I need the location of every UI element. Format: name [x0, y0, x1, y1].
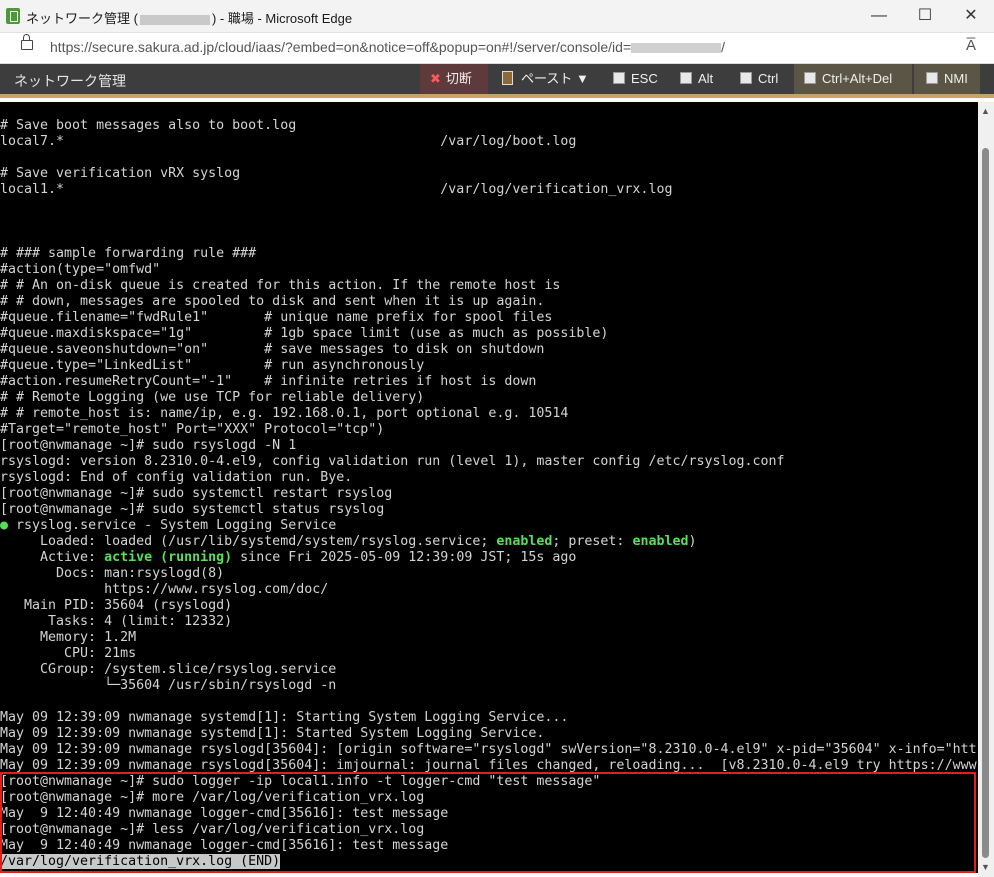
scroll-down-arrow-icon[interactable]: ▼	[981, 862, 990, 872]
terminal-line: https://www.rsyslog.com/doc/	[0, 582, 329, 597]
read-aloud-icon[interactable]: A̅	[966, 37, 976, 54]
terminal-line: # Save boot messages also to boot.log	[0, 118, 297, 133]
enabled-state: enabled	[496, 534, 553, 549]
esc-label: ESC	[631, 71, 658, 86]
close-button[interactable]: ✕	[948, 0, 994, 32]
window-title-suffix: ) - 職場 - Microsoft Edge	[211, 11, 353, 26]
paste-dropdown[interactable]: ペースト ▼	[496, 64, 600, 94]
app-icon	[6, 8, 20, 24]
terminal-line: Main PID: 35604 (rsyslogd)	[0, 598, 233, 613]
active-state: active (running)	[104, 550, 233, 565]
url-prefix: https://secure.sakura.ad.jp/cloud/iaas/?…	[50, 39, 632, 55]
terminal-line: #queue.maxdiskspace="1g" # 1gb space lim…	[0, 326, 609, 341]
esc-key-button[interactable]: ESC	[613, 64, 658, 94]
clipboard-icon	[502, 71, 513, 85]
terminal-line: #Target="remote_host" Port="XXX" Protoco…	[0, 422, 385, 437]
terminal-line: May 09 12:39:09 nwmanage systemd[1]: Sta…	[0, 710, 569, 725]
terminal-line: #action(type="omfwd"	[0, 262, 161, 277]
disconnect-button[interactable]: ✖ 切断	[420, 64, 488, 94]
terminal-line: #queue.type="LinkedList" # run asynchron…	[0, 358, 425, 373]
nmi-label: NMI	[944, 71, 968, 86]
terminal-output: # Save boot messages also to boot.log loc…	[0, 102, 978, 518]
terminal-line: Docs: man:rsyslogd(8)	[0, 566, 225, 581]
terminal-line: #queue.filename="fwdRule1" # unique name…	[0, 310, 553, 325]
ctrl-key-button[interactable]: Ctrl	[740, 64, 778, 94]
terminal-line: Memory: 1.2M	[0, 630, 137, 645]
terminal-line: # # Remote Logging (we use TCP for relia…	[0, 390, 425, 405]
nmi-button[interactable]: NMI	[914, 64, 980, 94]
service-name-line: rsyslog.service - System Logging Service	[8, 518, 337, 533]
toolbar-divider	[0, 94, 994, 98]
window-title-prefix: ネットワーク管理 (	[26, 11, 138, 26]
alt-key-button[interactable]: Alt	[680, 64, 713, 94]
terminal-line: [root@nwmanage ~]# sudo systemctl restar…	[0, 486, 393, 501]
terminal-line: local7.* /var/log/boot.log	[0, 134, 577, 149]
title-bar: ネットワーク管理 ( ) - 職場 - Microsoft Edge — ☐ ✕	[0, 0, 994, 33]
service-status-line: ● rsyslog.service - System Logging Servi…	[0, 518, 978, 534]
alt-label: Alt	[698, 71, 714, 86]
terminal-line: rsyslogd: End of config validation run. …	[0, 470, 353, 485]
terminal-line: # # An on-disk queue is created for this…	[0, 278, 561, 293]
terminal-line: # # down, messages are spooled to disk a…	[0, 294, 545, 309]
active-suffix: since Fri 2025-05-09 12:39:09 JST; 15s a…	[232, 550, 577, 565]
terminal-line: CPU: 21ms	[0, 646, 137, 661]
terminal-line: May 09 12:39:09 nwmanage systemd[1]: Sta…	[0, 726, 545, 741]
status-dot-icon: ●	[0, 518, 9, 533]
console-terminal[interactable]: # Save boot messages also to boot.log loc…	[0, 102, 978, 873]
loaded-suffix: )	[688, 534, 697, 549]
active-prefix: Active:	[0, 550, 105, 565]
checkbox-icon	[680, 72, 692, 84]
minimize-button[interactable]: —	[856, 0, 902, 32]
disconnect-label: 切断	[445, 71, 472, 86]
paste-label: ペースト ▼	[521, 71, 589, 86]
checkbox-icon	[740, 72, 752, 84]
maximize-button[interactable]: ☐	[902, 0, 948, 32]
terminal-line: # # remote_host is: name/ip, e.g. 192.16…	[0, 406, 569, 421]
terminal-line: Tasks: 4 (limit: 12332)	[0, 614, 233, 629]
keyboard-icon	[926, 72, 938, 84]
terminal-line: #queue.saveonshutdown="on" # save messag…	[0, 342, 545, 357]
url-suffix: /	[721, 39, 726, 55]
highlight-box	[0, 772, 976, 873]
terminal-line: CGroup: /system.slice/rsyslog.service	[0, 662, 337, 677]
active-line: Active: active (running) since Fri 2025-…	[0, 550, 978, 566]
terminal-line: rsyslogd: version 8.2310.0-4.el9, config…	[0, 454, 785, 469]
preset-state: enabled	[632, 534, 689, 549]
ctrl-alt-del-label: Ctrl+Alt+Del	[822, 71, 893, 86]
ctrl-alt-del-button[interactable]: Ctrl+Alt+Del	[794, 64, 912, 94]
disconnect-icon: ✖	[430, 71, 441, 86]
loaded-mid: ; preset:	[552, 534, 633, 549]
window-title: ネットワーク管理 ( ) - 職場 - Microsoft Edge	[26, 8, 352, 27]
ctrl-label: Ctrl	[758, 71, 779, 86]
keyboard-icon	[804, 72, 816, 84]
loaded-line: Loaded: loaded (/usr/lib/systemd/system/…	[0, 534, 978, 550]
terminal-line: [root@nwmanage ~]# sudo systemctl status…	[0, 502, 385, 517]
terminal-line: # ### sample forwarding rule ###	[0, 246, 257, 261]
terminal-line: local1.* /var/log/verification_vrx.log	[0, 182, 673, 197]
console-title: ネットワーク管理	[14, 73, 126, 89]
redacted-block	[139, 14, 210, 25]
terminal-line: └─35604 /usr/sbin/rsyslogd -n	[0, 678, 337, 693]
terminal-line: # Save verification vRX syslog	[0, 166, 241, 181]
terminal-line: May 09 12:39:09 nwmanage rsyslogd[35604]…	[0, 742, 977, 757]
checkbox-icon	[613, 72, 625, 84]
scroll-up-arrow-icon[interactable]: ▲	[981, 106, 990, 116]
lock-icon[interactable]	[21, 34, 33, 50]
loaded-prefix: Loaded: loaded (/usr/lib/systemd/system/…	[0, 534, 497, 549]
redacted-block	[631, 43, 722, 54]
terminal-line: #action.resumeRetryCount="-1" # infinite…	[0, 374, 537, 389]
scrollbar-thumb[interactable]	[982, 148, 989, 858]
url-text[interactable]: https://secure.sakura.ad.jp/cloud/iaas/?…	[50, 39, 725, 55]
terminal-line: [root@nwmanage ~]# sudo rsyslogd -N 1	[0, 438, 297, 453]
